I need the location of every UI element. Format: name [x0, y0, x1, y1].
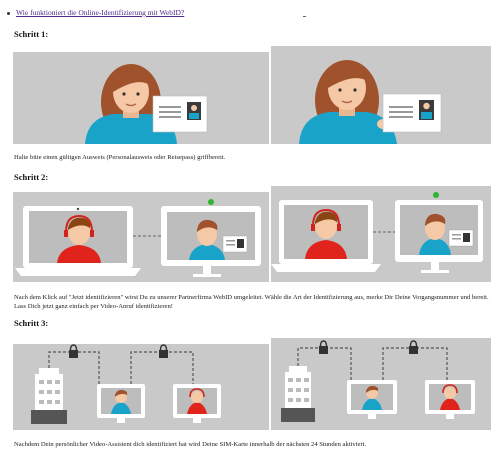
step-3-illustration-right [271, 338, 491, 430]
step-1-caption: Halte bitte einen gültigen Ausweis (Pers… [14, 154, 226, 161]
step-2-caption: Nach dem Klick auf "Jetzt identifizieren… [14, 294, 489, 310]
step-3-caption: Nachdem Dein persönlicher Video-Assisten… [14, 441, 367, 448]
woman-with-id-card-illustration-2 [299, 60, 442, 144]
step-3-title: Schritt 3: [14, 318, 49, 328]
bullet-icon [7, 11, 10, 15]
divider [303, 16, 306, 17]
video-call-laptop-monitor-illustration [15, 199, 261, 277]
faq-link[interactable]: Wie funktioniert die Online-Identifizier… [16, 8, 184, 17]
step-3-illustration-left [13, 344, 269, 430]
step-2-title: Schritt 2: [14, 172, 49, 182]
step-2-illustration-left [13, 192, 269, 282]
step-1-illustration-left [13, 52, 269, 144]
step-1-illustration-right [271, 46, 491, 144]
woman-with-id-card-illustration [85, 64, 208, 144]
secure-connection-building-monitors-illustration [31, 344, 221, 424]
video-call-laptop-monitor-illustration-2 [271, 192, 483, 273]
step-1-title: Schritt 1: [14, 29, 49, 39]
step-2-illustration-right [271, 186, 491, 282]
secure-connection-building-monitors-illustration-2 [281, 340, 475, 422]
faq-link-row: Wie funktioniert die Online-Identifizier… [7, 8, 184, 17]
